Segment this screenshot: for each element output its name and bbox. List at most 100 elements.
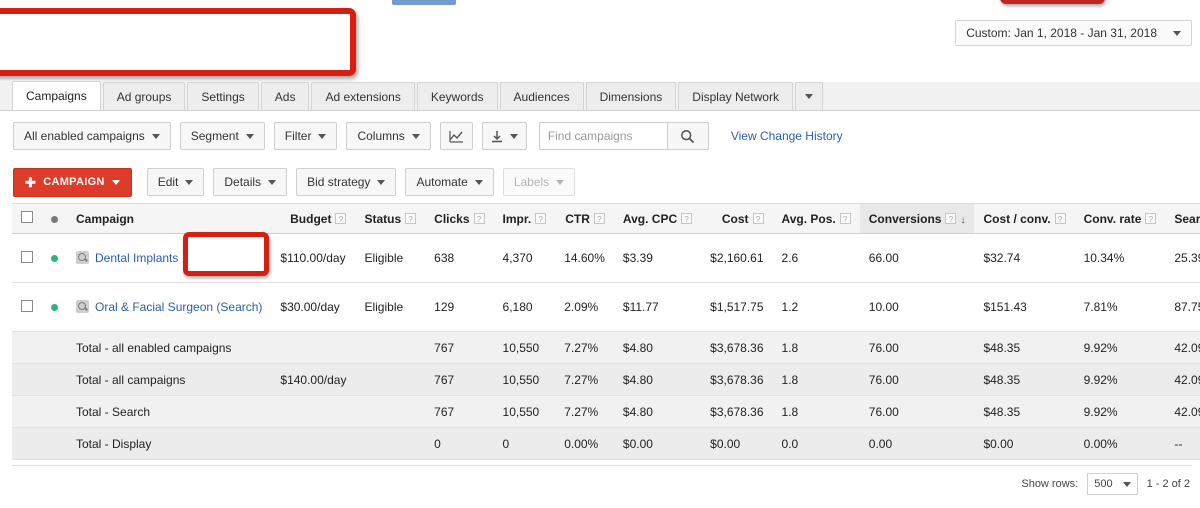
tab-dimensions[interactable]: Dimensions	[585, 82, 677, 110]
header-cost[interactable]: Cost?	[701, 203, 773, 234]
checkbox-icon[interactable]	[21, 299, 33, 312]
tab-ads[interactable]: Ads	[260, 82, 310, 110]
header-budget[interactable]: Budget?	[271, 203, 356, 234]
help-icon[interactable]: ?	[473, 212, 485, 224]
row-budget[interactable]: $110.00/day	[271, 233, 356, 283]
help-icon[interactable]: ?	[681, 212, 693, 224]
edit-dropdown[interactable]: Edit	[146, 168, 205, 196]
filter-dropdown[interactable]: Filter	[273, 122, 338, 150]
labels-dropdown[interactable]: Labels	[502, 168, 576, 196]
header-conversions[interactable]: Conversions? ↓	[859, 203, 975, 234]
labels-label: Labels	[513, 175, 550, 189]
header-clicks[interactable]: Clicks?	[425, 203, 494, 234]
tab-audiences[interactable]: Audiences	[499, 82, 584, 110]
row-checkbox-cell[interactable]	[12, 233, 42, 283]
row-cost-conv: $151.43	[974, 282, 1075, 332]
row-budget[interactable]: $30.00/day	[271, 282, 356, 332]
total-status	[355, 427, 426, 460]
chevron-down-icon	[245, 133, 254, 139]
help-icon[interactable]: ?	[752, 212, 764, 224]
header-label: Avg. CPC	[622, 211, 678, 226]
tab-label: Audiences	[513, 89, 570, 104]
view-change-history-link[interactable]: View Change History	[731, 129, 843, 143]
header-status-dot	[42, 203, 67, 234]
automate-dropdown[interactable]: Automate	[405, 168, 494, 196]
help-icon[interactable]: ?	[1145, 212, 1157, 224]
tab-campaigns[interactable]: Campaigns	[12, 81, 101, 110]
campaign-link[interactable]: Oral & Facial Surgeon (Search)	[95, 300, 262, 314]
total-impr: 10,550	[493, 395, 556, 428]
header-ctr[interactable]: CTR?	[555, 203, 614, 234]
total-row: Total - Search 767 10,550 7.27% $4.80 $3…	[12, 395, 1200, 428]
total-cost: $3,678.36	[701, 331, 773, 364]
status-dot-icon	[51, 255, 58, 262]
table-bottom-divider	[12, 465, 1192, 466]
search-input[interactable]	[538, 122, 667, 150]
help-icon[interactable]: ?	[945, 212, 957, 224]
search-button[interactable]	[666, 122, 709, 150]
table-row[interactable]: Oral & Facial Surgeon (Search) $30.00/da…	[12, 282, 1200, 332]
row-conv-rate: 10.34%	[1074, 233, 1166, 283]
help-icon[interactable]: ?	[335, 212, 347, 224]
checkbox-icon[interactable]	[21, 211, 33, 223]
download-button[interactable]	[481, 122, 527, 150]
bid-strategy-label: Bid strategy	[307, 175, 371, 189]
tab-ad-extensions[interactable]: Ad extensions	[311, 82, 415, 110]
total-conv-rate: 9.92%	[1074, 331, 1166, 364]
new-campaign-button[interactable]: ✚ CAMPAIGN	[13, 167, 132, 197]
rows-per-page-select[interactable]: 500	[1087, 473, 1138, 495]
help-icon[interactable]: ?	[535, 212, 547, 224]
columns-dropdown[interactable]: Columns	[346, 122, 431, 150]
tab-settings[interactable]: Settings	[187, 82, 259, 110]
total-impr: 0	[493, 427, 556, 460]
total-clicks: 767	[425, 395, 494, 428]
total-search-impr-share: 42.09%	[1165, 331, 1200, 364]
row-avg-pos: 2.6	[772, 233, 860, 283]
header-label: Campaign	[76, 211, 135, 226]
total-row: Total - all campaigns $140.00/day 767 10…	[12, 363, 1200, 396]
chevron-down-icon	[151, 133, 160, 139]
header-conv-rate[interactable]: Conv. rate?	[1074, 203, 1166, 234]
row-checkbox-cell[interactable]	[12, 282, 42, 332]
row-search-impr-share: 25.39%	[1165, 233, 1200, 283]
chevron-down-icon	[474, 179, 483, 185]
date-range-selector[interactable]: Custom: Jan 1, 2018 - Jan 31, 2018	[955, 20, 1192, 46]
tab-ad-groups[interactable]: Ad groups	[102, 82, 186, 110]
total-ctr: 0.00%	[555, 427, 614, 460]
total-clicks: 767	[425, 331, 494, 364]
campaign-link[interactable]: Dental Implants	[95, 251, 178, 265]
header-search-impr-share[interactable]: Search Impr. share?	[1165, 203, 1200, 234]
header-select-all[interactable]	[12, 203, 42, 234]
segment-dropdown[interactable]: Segment	[179, 122, 265, 150]
tab-keywords[interactable]: Keywords	[416, 82, 498, 110]
total-avg-pos: 1.8	[772, 331, 860, 364]
edit-label: Edit	[157, 175, 179, 189]
header-label: Budget	[290, 211, 332, 226]
chevron-down-icon	[1173, 30, 1181, 36]
header-campaign[interactable]: Campaign	[67, 203, 272, 234]
total-spacer	[12, 331, 42, 364]
campaign-scope-dropdown[interactable]: All enabled campaigns	[13, 122, 171, 150]
header-avg-cpc[interactable]: Avg. CPC?	[613, 203, 702, 234]
tab-display-network[interactable]: Display Network	[678, 82, 793, 110]
total-row: Total - Display 0 0 0.00% $0.00 $0.00 0.…	[12, 427, 1200, 460]
row-conversions: 66.00	[859, 233, 975, 283]
help-icon[interactable]: ?	[405, 212, 417, 224]
row-campaign-name[interactable]: Oral & Facial Surgeon (Search)	[67, 282, 272, 332]
annotation-box-top-right	[1000, 0, 1105, 4]
help-icon[interactable]: ?	[839, 212, 851, 224]
header-avg-pos[interactable]: Avg. Pos.?	[772, 203, 860, 234]
checkbox-icon[interactable]	[21, 250, 33, 263]
toggle-chart-button[interactable]	[439, 122, 473, 150]
header-cost-conv[interactable]: Cost / conv.?	[974, 203, 1075, 234]
total-conv-rate: 9.92%	[1074, 363, 1166, 396]
header-impr[interactable]: Impr.?	[493, 203, 556, 234]
download-icon	[491, 130, 503, 143]
help-icon[interactable]: ?	[593, 212, 605, 224]
tab-overflow-button[interactable]	[794, 82, 823, 110]
row-impr: 6,180	[493, 282, 556, 332]
header-status[interactable]: Status?	[355, 203, 426, 234]
details-dropdown[interactable]: Details	[213, 168, 288, 196]
bid-strategy-dropdown[interactable]: Bid strategy	[296, 168, 397, 196]
help-icon[interactable]: ?	[1054, 212, 1066, 224]
